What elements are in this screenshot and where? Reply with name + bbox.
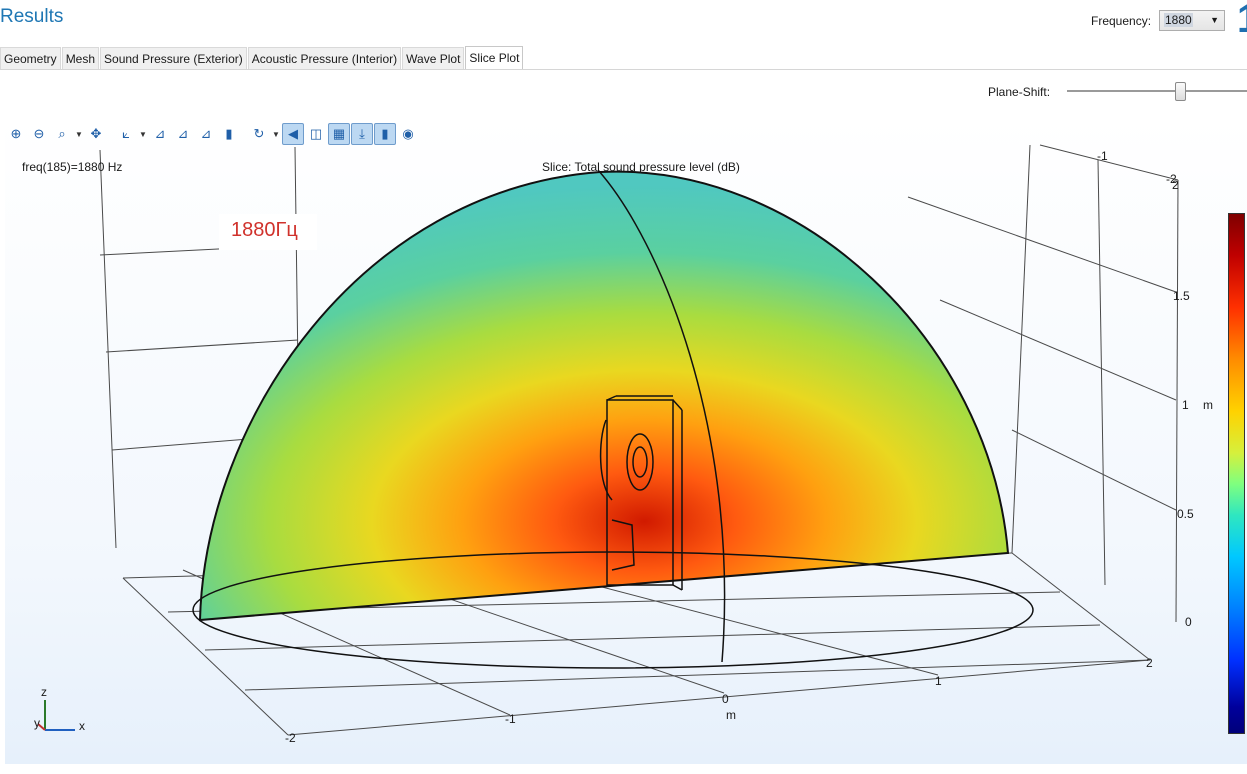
- axis-triad: [37, 700, 75, 731]
- triad-x-label: x: [79, 719, 85, 733]
- triad-y-label: y: [34, 716, 40, 730]
- triad-z-label: z: [41, 685, 47, 699]
- results-window: Results 1 Frequency: 1880 ▼ Geometry Mes…: [0, 0, 1247, 774]
- color-legend: [1228, 213, 1245, 734]
